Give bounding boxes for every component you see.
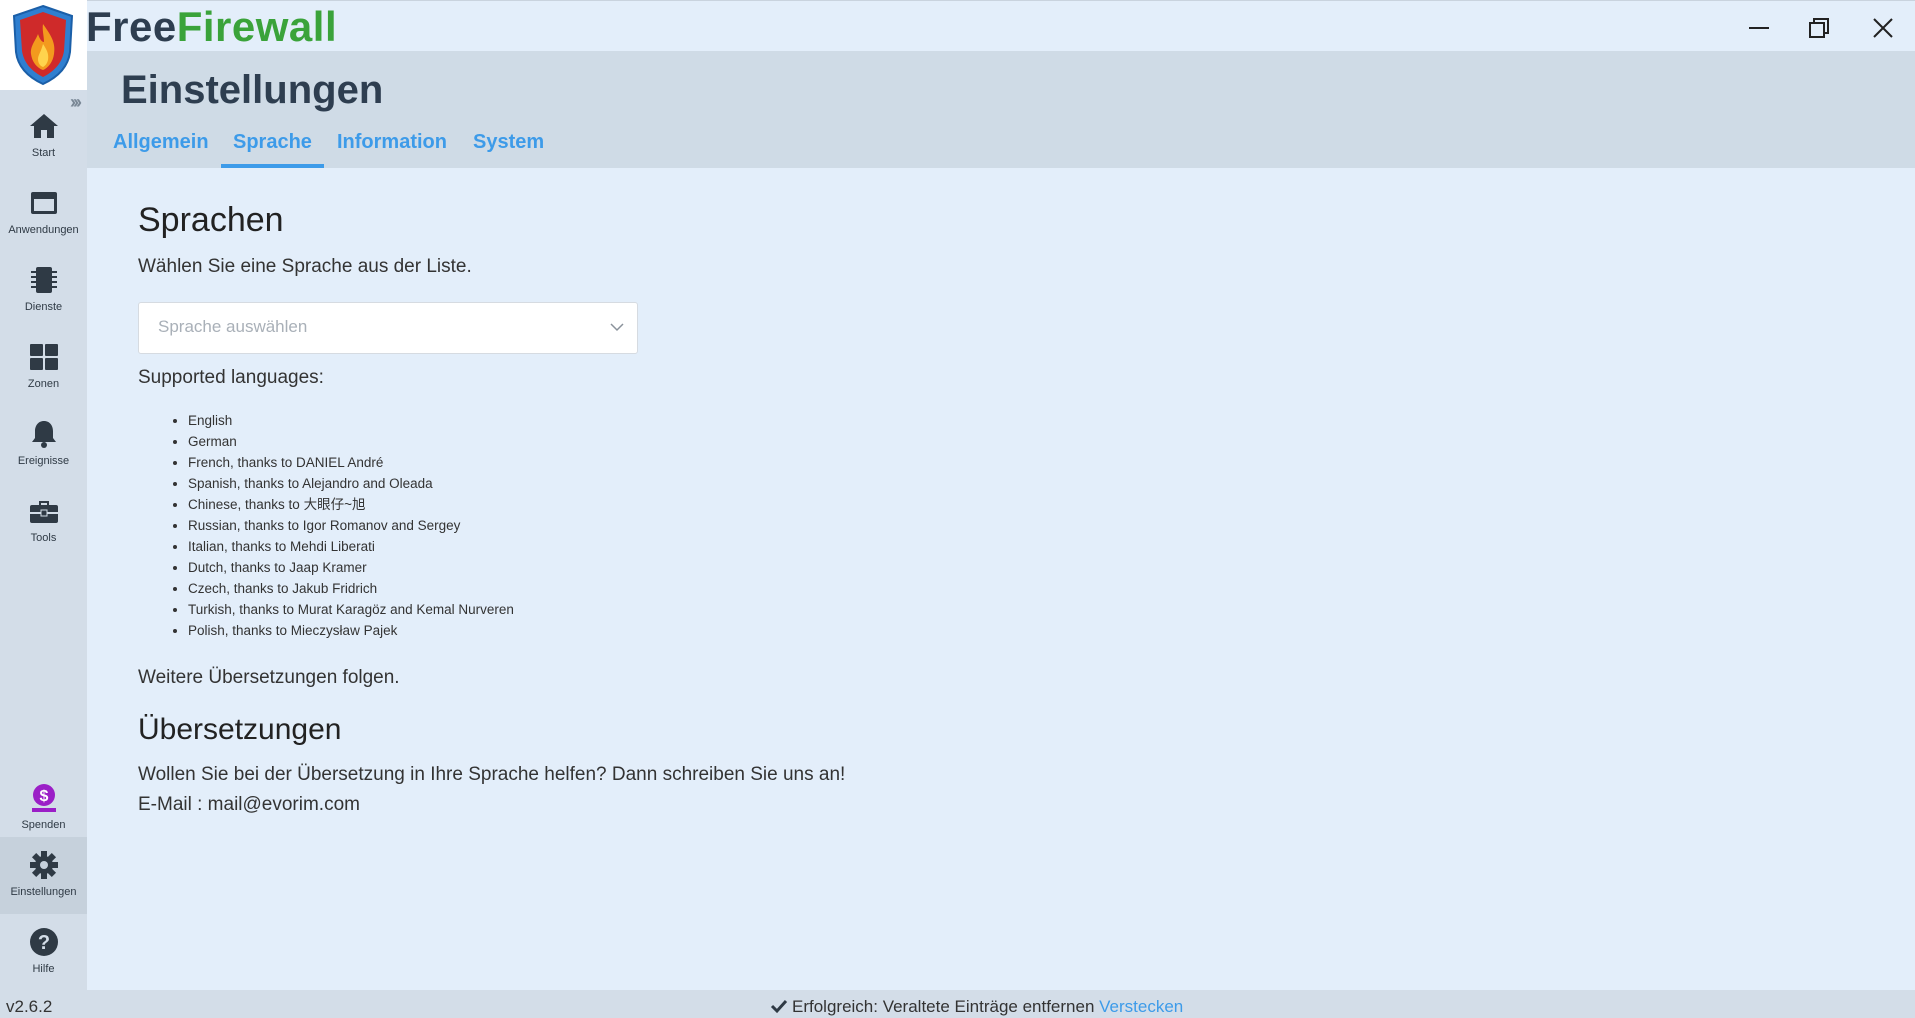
list-item: Czech, thanks to Jakub Fridrich	[188, 578, 514, 599]
firewall-shield-logo-icon	[12, 4, 74, 86]
close-button[interactable]	[1868, 13, 1898, 43]
svg-text:?: ?	[38, 932, 50, 954]
sidebar-item-anwendungen[interactable]: Anwendungen	[0, 175, 87, 252]
sidebar-item-label: Hilfe	[32, 963, 55, 975]
more-translations-text: Weitere Übersetzungen folgen.	[138, 667, 400, 688]
tab-information[interactable]: Information	[337, 131, 447, 154]
home-icon	[30, 114, 58, 138]
sidebar-item-label: Anwendungen	[8, 224, 79, 236]
bell-icon	[32, 421, 56, 448]
checkmark-icon	[770, 999, 788, 1014]
sidebar-item-hilfe[interactable]: ? Hilfe	[0, 914, 87, 991]
chevron-down-icon	[610, 323, 624, 332]
status-bar: v2.6.2 Erfolgreich: Veraltete Einträge e…	[0, 990, 1915, 1018]
grid-icon	[30, 344, 58, 370]
languages-heading: Sprachen	[138, 201, 284, 239]
sidebar-item-label: Zonen	[27, 378, 60, 390]
language-select-placeholder: Sprache auswählen	[158, 317, 308, 336]
close-icon	[1873, 18, 1893, 38]
settings-header: Einstellungen Allgemein Sprache Informat…	[87, 51, 1915, 168]
list-item: Spanish, thanks to Alejandro and Oleada	[188, 473, 514, 494]
minimize-icon	[1749, 27, 1769, 29]
list-item: Dutch, thanks to Jaap Kramer	[188, 557, 514, 578]
donate-icon: $	[32, 784, 56, 812]
translations-heading: Übersetzungen	[138, 713, 342, 746]
sidebar-item-label: Ereignisse	[17, 455, 70, 467]
sidebar-item-dienste[interactable]: Dienste	[0, 252, 87, 329]
app-title-free: Free	[86, 3, 177, 50]
sidebar-item-label: Start	[31, 147, 56, 159]
sidebar-item-tools[interactable]: Tools	[0, 483, 87, 560]
supported-languages-list: English German French, thanks to DANIEL …	[138, 410, 514, 641]
list-item: Polish, thanks to Mieczysław Pajek	[188, 620, 514, 641]
sidebar-item-einstellungen[interactable]: Einstellungen	[0, 837, 87, 914]
sidebar: ››› Start Anwendungen Dienste Zonen Erei…	[0, 90, 87, 996]
list-item: French, thanks to DANIEL André	[188, 452, 514, 473]
translations-help-text: Wollen Sie bei der Übersetzung in Ihre S…	[138, 764, 846, 785]
list-item: Turkish, thanks to Murat Karagöz and Kem…	[188, 599, 514, 620]
list-item: Russian, thanks to Igor Romanov and Serg…	[188, 515, 514, 536]
list-item: German	[188, 431, 514, 452]
list-item: Italian, thanks to Mehdi Liberati	[188, 536, 514, 557]
sidebar-item-label: Dienste	[24, 301, 63, 313]
tab-sprache[interactable]: Sprache	[221, 131, 324, 168]
status-message-text: Erfolgreich: Veraltete Einträge entferne…	[792, 997, 1095, 1016]
app-title-firewall: Firewall	[176, 3, 338, 50]
tab-system[interactable]: System	[473, 131, 544, 154]
sidebar-item-ereignisse[interactable]: Ereignisse	[0, 406, 87, 483]
supported-languages-label: Supported languages:	[138, 367, 324, 388]
list-item: Chinese, thanks to 大眼仔~旭	[188, 494, 514, 515]
sidebar-item-zonen[interactable]: Zonen	[0, 329, 87, 406]
tab-allgemein[interactable]: Allgemein	[113, 131, 209, 154]
restore-icon	[1809, 18, 1829, 38]
help-icon: ?	[30, 928, 58, 956]
version-label: v2.6.2	[6, 997, 53, 1016]
list-item: English	[188, 410, 514, 431]
email-contact: E-Mail : mail@evorim.com	[138, 794, 360, 815]
hide-status-link[interactable]: Verstecken	[1099, 997, 1183, 1016]
sidebar-item-label: Einstellungen	[10, 886, 77, 898]
sidebar-item-spenden[interactable]: $ Spenden	[0, 770, 87, 847]
svg-text:$: $	[40, 788, 49, 805]
window-icon	[31, 192, 57, 214]
minimize-button[interactable]	[1744, 13, 1774, 43]
main-content: Sprachen Wählen Sie eine Sprache aus der…	[101, 168, 1915, 990]
sidebar-item-label: Spenden	[21, 819, 66, 831]
chip-icon	[31, 267, 57, 293]
page-title: Einstellungen	[121, 68, 384, 112]
restore-button[interactable]	[1804, 13, 1834, 43]
sidebar-item-start[interactable]: Start	[0, 98, 87, 175]
gear-icon	[30, 851, 58, 879]
toolbox-icon	[30, 501, 58, 523]
title-bar: FreeFirewall	[0, 0, 1915, 52]
sidebar-item-label: Tools	[30, 532, 57, 544]
language-select[interactable]: Sprache auswählen	[138, 302, 638, 354]
logo-box	[0, 0, 87, 90]
languages-intro: Wählen Sie eine Sprache aus der Liste.	[138, 256, 472, 277]
app-title: FreeFirewall	[86, 1, 337, 53]
status-message: Erfolgreich: Veraltete Einträge entferne…	[770, 997, 1183, 1017]
